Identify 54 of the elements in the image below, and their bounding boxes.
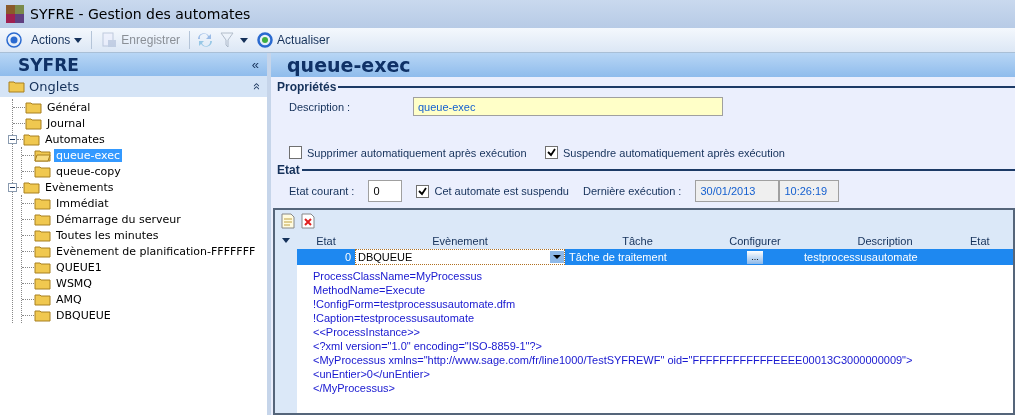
description-field[interactable]: queue-exec [413,97,723,116]
tree-item[interactable]: Démarrage du serveur [54,212,183,226]
tree-item[interactable]: DBQUEUE [54,308,113,322]
tree-item[interactable]: WSMQ [54,276,94,290]
checkbox-label: Supprimer automatiquement après exécution [307,146,527,159]
detail-line: ProcessClassName=MyProcessus [313,269,484,283]
detail-line: MethodName=Execute [313,283,427,297]
tree-item[interactable]: Automates [43,132,107,146]
tree-item[interactable]: AMQ [54,292,84,306]
collapse-button[interactable]: « [251,57,259,72]
tree-item[interactable]: Général [45,100,93,114]
tree-item[interactable]: Journal [45,116,88,130]
tree-item[interactable]: QUEUE1 [54,260,104,274]
field-label: Dernière exécution : [582,185,682,197]
checkbox-label: Suspendre automatiquement après exécution [563,146,785,159]
detail-line: !Caption=testprocessusautomate [313,311,476,325]
column-header[interactable]: Etat [970,234,1013,247]
event-dropdown[interactable]: DBQUEUE [355,249,565,265]
detail-line: </MyProcessus> [313,381,396,395]
detail-line: <unEntier>0</unEntier> [313,367,431,381]
configure-button[interactable]: ... [747,250,763,264]
section-label: Onglets [29,79,81,94]
table-cell-text: testprocessusautomate [803,251,919,263]
detail-line: !ConfigForm=testprocessusautomate.dfm [313,297,517,311]
group-heading: Etat [277,163,300,177]
field-label: Etat courant : [289,185,355,197]
detail-line: <MyProcessus xmlns="http://www.sage.com/fr/line1000/TestSYFREWF" oid="FFFFFFFFFFFFEEEE00013C3000000009"> [313,353,914,367]
field-label: Description : [289,100,352,113]
tree-item[interactable]: queue-copy [54,164,123,178]
tree-item[interactable]: Evènement de planification-FFFFFFF [54,244,258,258]
column-header[interactable]: Etat [297,234,355,247]
column-header[interactable]: Description [800,234,970,247]
detail-line: <<ProcessInstance>> [313,325,421,339]
column-header[interactable]: Evènement [355,234,565,247]
group-heading: Propriétés [277,80,337,94]
detail-title: queue-exec [287,54,411,76]
section-toggle[interactable]: » [247,82,263,91]
tree-item[interactable]: Evènements [43,180,116,194]
sidebar-title: SYFRE [18,54,79,75]
refresh-button[interactable]: Actualiser [254,31,333,49]
column-header[interactable]: Tâche [565,234,710,247]
date-field[interactable]: 30/01/2013 [695,180,780,202]
actions-menu[interactable]: Actions [28,32,86,48]
table-cell-text: 0 [343,251,352,263]
current-state-field[interactable]: 0 [368,180,403,202]
table-cell-text: Tâche de traitement [568,251,668,263]
column-header[interactable]: Configurer [710,234,800,247]
checkbox-label: Cet automate est suspendu [434,185,569,197]
window-title: SYFRE - Gestion des automates [30,6,251,22]
tree-item[interactable]: Toutes les minutes [54,228,161,242]
time-field[interactable]: 10:26:19 [779,180,840,202]
detail-line: <?xml version="1.0" encoding="ISO-8859-1"?> [313,339,544,353]
table-row[interactable]: 0 DBQUEUE Tâche de traitement ... testprocessusautomate [297,249,1013,265]
tree-item[interactable]: Immédiat [54,196,111,210]
